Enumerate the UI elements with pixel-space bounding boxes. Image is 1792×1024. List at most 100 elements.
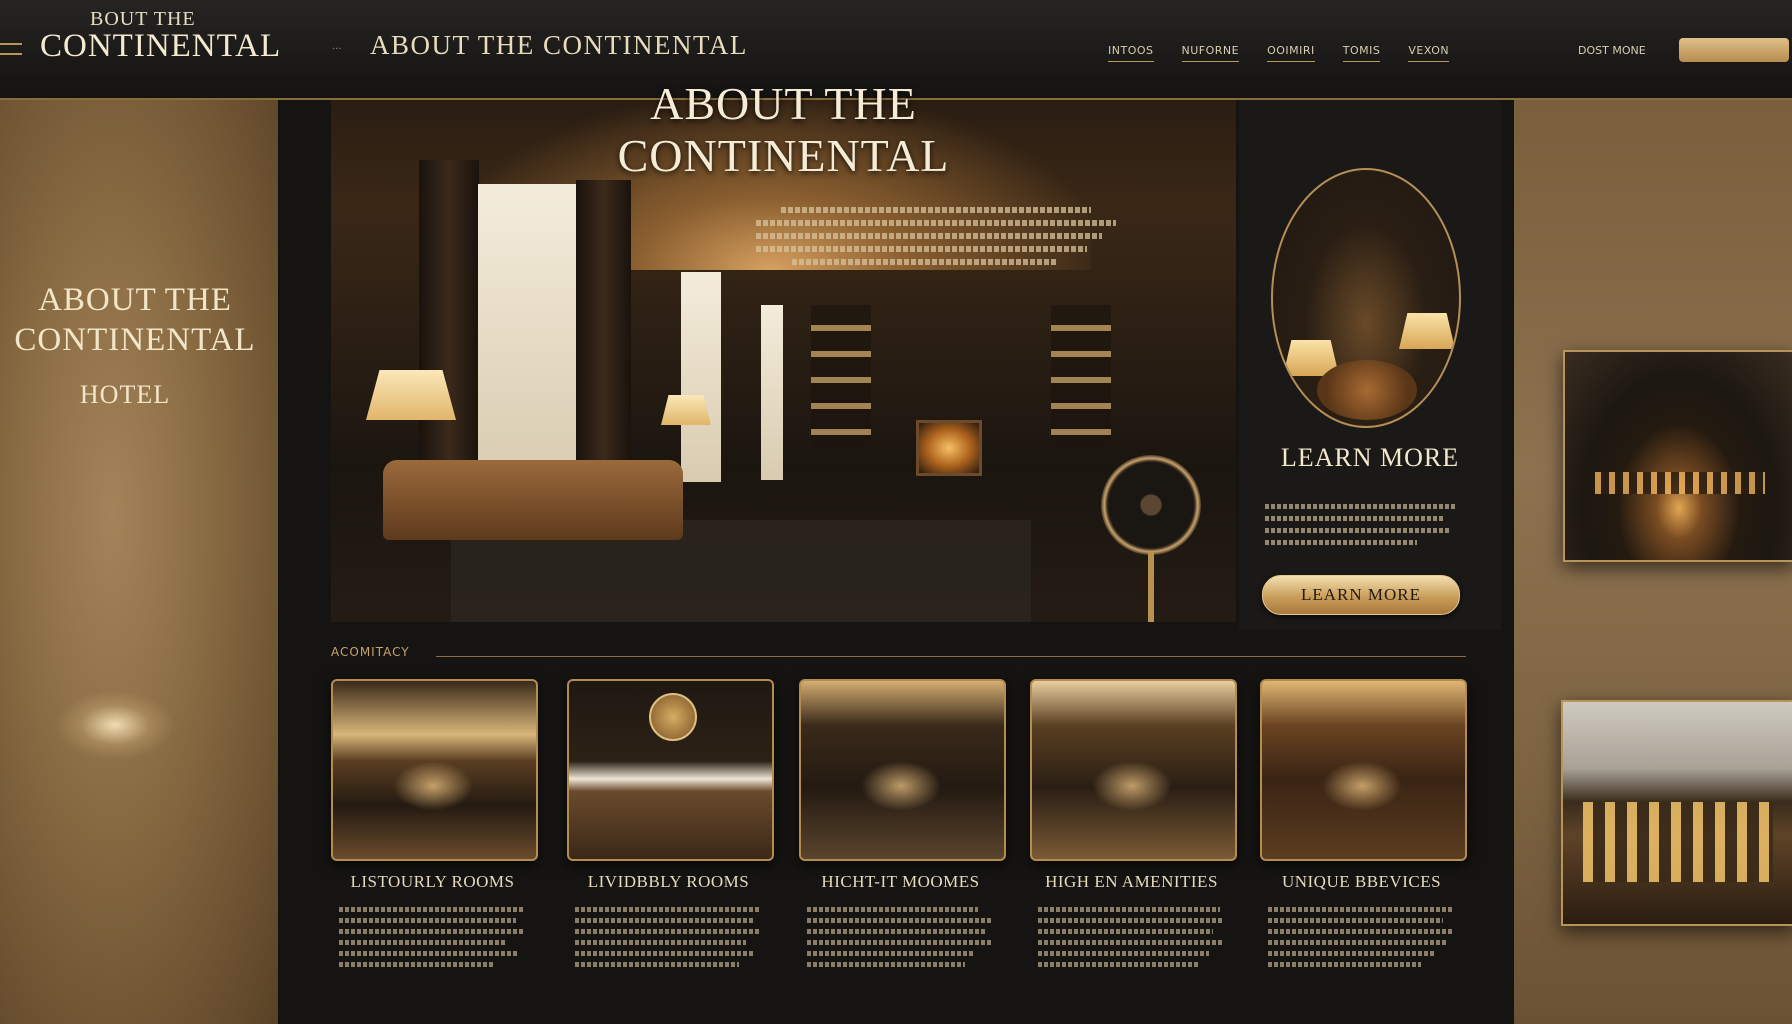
card-image[interactable] — [331, 679, 538, 861]
card-title[interactable]: HICHT-IT MOOMES — [789, 872, 1012, 892]
nav-link-3[interactable]: OOIMIRI — [1267, 44, 1315, 62]
card-image[interactable] — [567, 679, 774, 861]
section-label: ACOMITACY — [331, 645, 410, 659]
text-line — [807, 951, 975, 956]
nav-link-5[interactable]: VEXON — [1408, 44, 1450, 62]
left-title-line2: CONTINENTAL — [14, 322, 256, 358]
nav-links: INTOOS NUFORNE OOIMIRI TOMIS VEXON — [1108, 44, 1477, 62]
text-line — [1268, 929, 1454, 934]
sofa — [383, 460, 683, 540]
text-line — [1268, 940, 1447, 945]
logo-text[interactable]: CONTINENTAL — [40, 28, 281, 65]
nav-link-4[interactable]: TOMIS — [1342, 44, 1381, 62]
hero-title-line1: ABOUT THE — [650, 78, 917, 129]
text-line — [1038, 907, 1221, 912]
text-line — [1265, 516, 1444, 521]
hotel-building-photo — [1561, 700, 1792, 926]
text-line — [1268, 951, 1436, 956]
left-decorative-panel — [0, 100, 278, 1024]
hero-title: ABOUT THE CONTINENTAL — [331, 78, 1236, 182]
brass-knob-icon — [1101, 455, 1201, 555]
text-line — [339, 907, 525, 912]
text-line — [807, 918, 993, 923]
bookshelf — [1051, 305, 1111, 445]
header-cta-button[interactable] — [1679, 38, 1789, 62]
learn-more-button[interactable]: LEARN MORE — [1262, 575, 1460, 615]
text-line — [781, 207, 1091, 213]
nav-link-2[interactable]: NUFORNE — [1181, 44, 1240, 62]
text-line — [339, 918, 516, 923]
bookshelf — [811, 305, 871, 445]
fireplace — [916, 420, 982, 476]
text-line — [575, 929, 761, 934]
text-line — [1265, 528, 1452, 533]
card-text — [339, 901, 525, 973]
text-line — [1268, 907, 1454, 912]
nav-prefix: ··· — [332, 44, 342, 55]
card-title[interactable]: LIVIDBBLY ROOMS — [557, 872, 780, 892]
lamp-icon — [661, 395, 711, 425]
card-text — [1268, 901, 1454, 973]
window — [478, 184, 576, 484]
text-line — [807, 940, 993, 945]
curtain — [419, 160, 479, 490]
learn-more-heading: LEARN MORE — [1280, 443, 1460, 472]
light-glow — [1092, 761, 1172, 811]
nav-link-1[interactable]: INTOOS — [1108, 44, 1154, 62]
lamp-icon — [366, 370, 456, 420]
text-line — [575, 940, 747, 945]
text-line — [575, 962, 739, 967]
text-line — [807, 907, 979, 912]
night-exterior-photo — [1563, 350, 1792, 562]
card-title[interactable]: UNIQUE BBEVICES — [1250, 872, 1473, 892]
text-line — [756, 233, 1102, 239]
flower-arrangement — [1317, 360, 1417, 420]
text-line — [1268, 918, 1443, 923]
left-panel-title: ABOUT THE CONTINENTAL — [0, 280, 270, 360]
text-line — [1038, 962, 1198, 967]
left-title-line1: ABOUT THE — [38, 282, 232, 318]
photo-windows — [1583, 802, 1773, 882]
text-line — [339, 940, 507, 945]
learn-more-text — [1265, 497, 1455, 552]
text-line — [339, 951, 518, 956]
text-line — [575, 951, 756, 956]
card-text — [807, 901, 993, 973]
card-image[interactable] — [1260, 679, 1467, 861]
text-line — [575, 918, 754, 923]
knob-stem — [1148, 552, 1154, 622]
text-line — [807, 962, 966, 967]
feature-card[interactable]: LIVIDBBLY ROOMS — [567, 679, 774, 967]
hero-body-text — [756, 200, 1116, 272]
feature-card[interactable]: HICHT-IT MOOMES — [799, 679, 1006, 967]
logo-mark-icon — [0, 43, 22, 55]
feature-card[interactable]: LISTOURLY ROOMS — [331, 679, 538, 967]
text-line — [1265, 540, 1417, 545]
photo-lights — [1595, 472, 1765, 494]
light-glow — [861, 761, 941, 811]
curtain — [576, 180, 631, 490]
card-image[interactable] — [799, 679, 1006, 861]
oval-lounge-photo — [1271, 168, 1461, 428]
left-light-glow — [55, 690, 175, 760]
sign-in-link[interactable]: DOST MONE — [1578, 44, 1646, 57]
section-divider — [436, 656, 1466, 657]
light-glow — [1322, 761, 1402, 811]
card-text — [575, 901, 761, 973]
lamp-icon — [1399, 313, 1455, 349]
card-text — [1038, 901, 1224, 973]
card-title[interactable]: HIGH EN AMENITIES — [1020, 872, 1243, 892]
card-title[interactable]: LISTOURLY ROOMS — [321, 872, 544, 892]
hero-title-line2: CONTINENTAL — [617, 130, 950, 181]
text-line — [756, 220, 1116, 226]
text-line — [1265, 504, 1455, 509]
card-image[interactable] — [1030, 679, 1237, 861]
nav-page-title: ABOUT THE CONTINENTAL — [370, 30, 748, 60]
text-line — [807, 929, 986, 934]
text-line — [1038, 918, 1224, 923]
text-line — [339, 962, 496, 967]
feature-card[interactable]: HIGH EN AMENITIES — [1030, 679, 1237, 967]
feature-card[interactable]: UNIQUE BBEVICES — [1260, 679, 1467, 967]
text-line — [1038, 929, 1213, 934]
window — [761, 305, 783, 480]
